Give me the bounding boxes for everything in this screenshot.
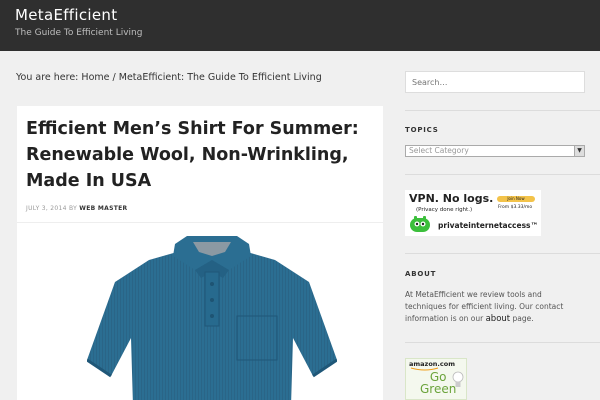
about-text: At MetaEfficient we review tools and tec…	[405, 289, 585, 325]
vpn-ad-title: VPN. No logs.	[409, 192, 494, 205]
category-select[interactable]: Select Category ▼	[405, 145, 585, 157]
post-author[interactable]: WEB MASTER	[79, 205, 127, 212]
site-tagline: The Guide To Efficient Living	[15, 28, 143, 38]
about-heading: ABOUT	[405, 270, 437, 278]
post-date: JULY 3, 2014	[26, 205, 67, 212]
vpn-ad-banner[interactable]: VPN. No logs. (Privacy done right.) Join…	[405, 190, 541, 236]
amazon-ad-headline: Go Green	[420, 371, 456, 395]
breadcrumb: You are here: Home / MetaEfficient: The …	[16, 72, 322, 83]
vpn-ad-subtitle: (Privacy done right.)	[416, 207, 473, 213]
breadcrumb-home-link[interactable]: Home	[81, 72, 109, 83]
about-body: At MetaEfficient we review tools and tec…	[405, 290, 564, 323]
green-robot-icon	[410, 216, 430, 232]
post-title[interactable]: Efficient Men’s Shirt For Summer: Renewa…	[26, 116, 376, 194]
site-title[interactable]: MetaEfficient	[15, 6, 117, 24]
amazon-ad-line2: Green	[420, 382, 457, 396]
category-select-value: Select Category	[409, 146, 469, 155]
breadcrumb-prefix: You are here:	[16, 72, 79, 83]
amazon-ad-banner[interactable]: amazon.com Go Green	[405, 358, 467, 400]
topics-heading: TOPICS	[405, 126, 439, 134]
post-divider	[17, 222, 383, 223]
breadcrumb-current: MetaEfficient: The Guide To Efficient Li…	[118, 72, 322, 83]
vpn-ad-price: From $3.33/mo	[498, 205, 533, 210]
post-by: BY	[69, 205, 78, 212]
sidebar-divider	[405, 110, 600, 111]
dropdown-arrow-icon[interactable]: ▼	[574, 146, 584, 156]
about-link[interactable]: about	[486, 314, 511, 324]
polo-shirt-image	[87, 236, 337, 400]
sidebar-divider	[405, 342, 600, 343]
sidebar-divider	[405, 174, 600, 175]
search-input[interactable]	[405, 71, 585, 93]
about-tail: page.	[512, 314, 534, 323]
post-card: Efficient Men’s Shirt For Summer: Renewa…	[17, 106, 383, 400]
sidebar-divider	[405, 253, 600, 254]
post-meta: JULY 3, 2014 BY WEB MASTER	[26, 205, 127, 212]
breadcrumb-separator: /	[112, 72, 116, 83]
lightbulb-icon	[452, 371, 464, 387]
vpn-join-button[interactable]: Join Now	[497, 196, 535, 202]
sidebar: TOPICS Select Category ▼ VPN. No logs. (…	[405, 0, 600, 400]
vpn-ad-brand: privateinternetaccess™	[438, 221, 539, 230]
